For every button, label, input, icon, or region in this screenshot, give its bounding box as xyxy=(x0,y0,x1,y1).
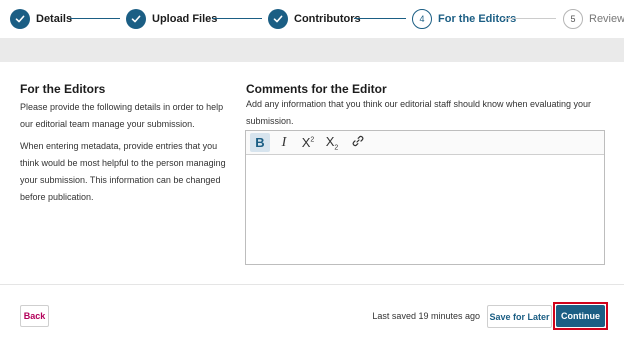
bold-icon: B xyxy=(255,135,265,150)
editor-toolbar: B I X2 X2 xyxy=(246,131,604,155)
section-intro: Please provide the following details in … xyxy=(20,102,224,129)
progress-stepper: Details Upload Files Contributors 4 For … xyxy=(0,0,624,38)
step-review[interactable]: 5 Review xyxy=(563,8,624,30)
last-saved-status: Last saved 19 minutes ago xyxy=(372,311,480,321)
step-label: For the Editors xyxy=(438,13,517,25)
step-contributors[interactable]: Contributors xyxy=(268,8,361,30)
step-label: Contributors xyxy=(294,13,361,25)
step-connector xyxy=(504,18,556,19)
comments-textarea[interactable] xyxy=(246,154,604,264)
step-for-the-editors[interactable]: 4 For the Editors xyxy=(412,8,516,30)
comments-editor: B I X2 X2 xyxy=(245,130,605,265)
header-band xyxy=(0,38,624,62)
subscript-button[interactable]: X2 xyxy=(322,133,342,152)
insert-link-button[interactable] xyxy=(348,133,368,152)
step-upload-files[interactable]: Upload Files xyxy=(126,8,217,30)
subscript-icon: X2 xyxy=(325,133,339,152)
check-icon xyxy=(10,9,30,29)
superscript-icon: X2 xyxy=(301,135,315,150)
step-label: Upload Files xyxy=(152,13,218,25)
section-help-text: When entering metadata, provide entries … xyxy=(20,141,226,202)
check-icon xyxy=(126,9,146,29)
italic-button[interactable]: I xyxy=(274,133,294,152)
check-icon xyxy=(268,9,288,29)
step-connector xyxy=(70,18,120,19)
comments-description: Add any information that you think our e… xyxy=(246,99,592,126)
back-button[interactable]: Back xyxy=(20,305,49,327)
superscript-button[interactable]: X2 xyxy=(298,133,318,152)
step-details[interactable]: Details xyxy=(10,8,72,30)
footer-divider xyxy=(0,284,624,285)
italic-icon: I xyxy=(281,134,287,150)
link-icon xyxy=(352,135,364,150)
step-label: Review xyxy=(589,13,624,25)
step-connector xyxy=(354,18,406,19)
section-title: For the Editors xyxy=(20,82,106,96)
step-connector xyxy=(212,18,262,19)
step-label: Details xyxy=(36,13,73,25)
save-for-later-button[interactable]: Save for Later xyxy=(487,305,552,328)
step-number: 5 xyxy=(563,9,583,29)
continue-button[interactable]: Continue xyxy=(556,305,605,327)
step-number: 4 xyxy=(412,9,432,29)
comments-label: Comments for the Editor xyxy=(246,82,387,96)
bold-button[interactable]: B xyxy=(250,133,270,152)
